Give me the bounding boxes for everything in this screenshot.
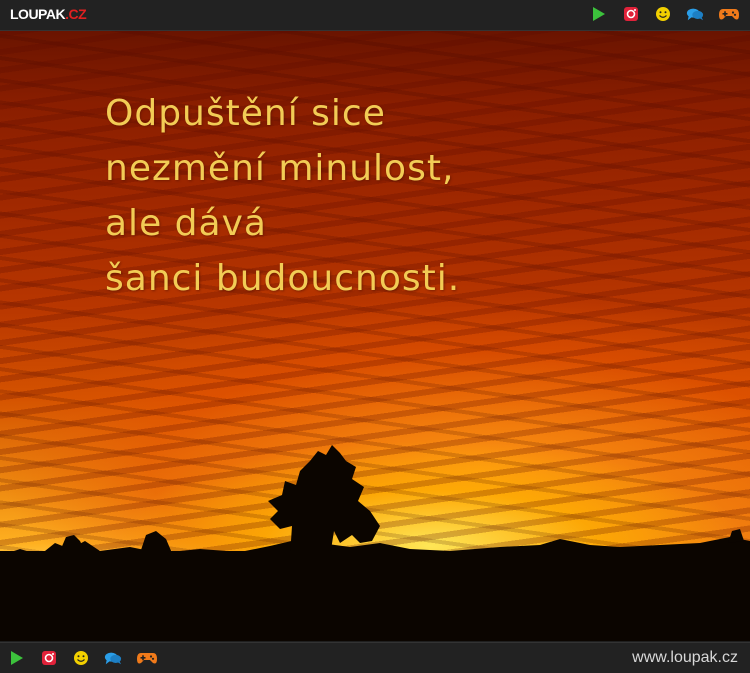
chat-icon[interactable] <box>686 5 704 23</box>
dark-ground <box>0 551 750 641</box>
instagram-icon[interactable] <box>622 5 640 23</box>
site-url[interactable]: www.loupak.cz <box>632 649 738 667</box>
bottom-bar: www.loupak.cz <box>0 642 750 673</box>
gamepad-icon[interactable] <box>718 5 740 23</box>
quote-line-3: ale dává <box>105 203 267 244</box>
play-icon[interactable] <box>8 649 26 667</box>
smiley-icon[interactable] <box>72 649 90 667</box>
instagram-icon[interactable] <box>40 649 58 667</box>
top-bar: LOUPAK.CZ <box>0 0 750 31</box>
quote-line-2: nezmění minulost, <box>105 148 455 189</box>
site-logo[interactable]: LOUPAK.CZ <box>10 6 87 22</box>
smiley-icon[interactable] <box>654 5 672 23</box>
quote-text: Odpuštění sice nezmění minulost, ale dáv… <box>105 86 460 306</box>
top-icon-row <box>590 5 740 23</box>
logo-tld: .CZ <box>65 6 87 22</box>
chat-icon[interactable] <box>104 649 122 667</box>
quote-line-1: Odpuštění sice <box>105 93 386 134</box>
play-icon[interactable] <box>590 5 608 23</box>
gamepad-icon[interactable] <box>136 649 158 667</box>
sunset-image: Odpuštění sice nezmění minulost, ale dáv… <box>0 31 750 641</box>
bottom-icon-row <box>8 649 158 667</box>
logo-main: LOUPAK <box>10 6 66 22</box>
quote-line-4: šanci budoucnosti. <box>105 258 461 299</box>
